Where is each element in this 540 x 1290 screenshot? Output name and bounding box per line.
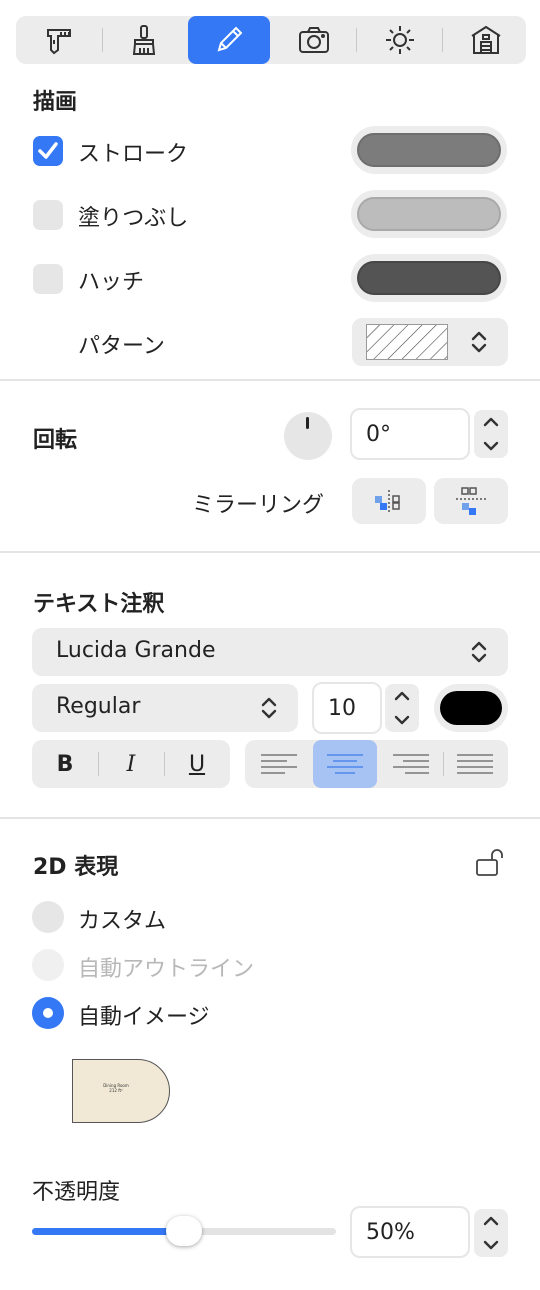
align-center-icon bbox=[327, 754, 363, 774]
hatch-label: ハッチ bbox=[78, 270, 145, 295]
align-left-button[interactable] bbox=[245, 740, 311, 788]
inspector-toolbar bbox=[16, 16, 526, 64]
chevron-up-icon[interactable] bbox=[483, 416, 499, 428]
radio-auto-image[interactable] bbox=[32, 997, 64, 1029]
drawing-section-title: 描画 bbox=[33, 90, 78, 115]
align-justify-button[interactable] bbox=[443, 740, 508, 788]
radio-auto-outline-label: 自動アウトライン bbox=[78, 957, 255, 982]
mirror-vertical-icon bbox=[456, 487, 486, 515]
radio-custom[interactable] bbox=[32, 901, 64, 933]
chevron-down-icon[interactable] bbox=[483, 440, 499, 452]
pencil-icon bbox=[217, 26, 243, 52]
preview-room-area: 212 ft² bbox=[109, 1088, 123, 1093]
updown-chevron-icon bbox=[471, 641, 487, 663]
divider bbox=[0, 551, 540, 553]
align-left-icon bbox=[261, 754, 297, 774]
opacity-stepper[interactable] bbox=[474, 1209, 508, 1257]
hatch-color-well[interactable] bbox=[351, 254, 507, 302]
text-alignment-segment bbox=[245, 740, 508, 788]
chevron-down-icon[interactable] bbox=[394, 714, 410, 726]
align-right-button[interactable] bbox=[377, 740, 443, 788]
hatch-checkbox[interactable] bbox=[33, 264, 63, 294]
mirroring-label: ミラーリング bbox=[192, 493, 325, 518]
fill-color-swatch bbox=[357, 197, 501, 231]
text-style-segment: B I U bbox=[32, 740, 230, 788]
tab-materials[interactable] bbox=[116, 16, 172, 64]
stroke-color-well[interactable] bbox=[351, 126, 507, 174]
pattern-popup[interactable] bbox=[352, 318, 508, 366]
text-color-well[interactable] bbox=[434, 684, 508, 732]
representation-preview-image: Dining Room 212 ft² bbox=[72, 1059, 170, 1123]
align-justify-icon bbox=[457, 754, 493, 774]
radio-auto-outline bbox=[32, 949, 64, 981]
font-family-popup[interactable]: Lucida Grande bbox=[32, 628, 508, 676]
divider bbox=[0, 379, 540, 381]
bold-button[interactable]: B bbox=[32, 740, 98, 788]
sun-icon bbox=[386, 26, 414, 54]
align-center-button[interactable] bbox=[313, 740, 377, 788]
fill-checkbox[interactable] bbox=[33, 200, 63, 230]
chevron-up-icon[interactable] bbox=[483, 1215, 499, 1227]
opacity-field[interactable]: 50% bbox=[350, 1206, 470, 1258]
caliper-icon bbox=[47, 29, 71, 55]
tab-dimensions[interactable] bbox=[36, 16, 84, 64]
tab-building[interactable] bbox=[458, 16, 514, 64]
font-family-value: Lucida Grande bbox=[56, 638, 216, 663]
tab-lighting[interactable] bbox=[372, 16, 428, 64]
rotation-dial[interactable] bbox=[284, 412, 332, 460]
rotation-angle-field[interactable]: 0° bbox=[350, 408, 470, 460]
stroke-label: ストローク bbox=[78, 142, 189, 167]
font-style-popup[interactable]: Regular bbox=[32, 684, 298, 732]
font-size-stepper[interactable] bbox=[385, 684, 419, 732]
updown-chevron-icon bbox=[471, 331, 487, 353]
hatch-color-swatch bbox=[357, 261, 501, 295]
house-icon bbox=[471, 25, 501, 54]
fill-color-well[interactable] bbox=[351, 190, 507, 238]
updown-chevron-icon bbox=[261, 697, 277, 719]
underline-button[interactable]: U bbox=[164, 740, 230, 788]
chevron-down-icon[interactable] bbox=[483, 1239, 499, 1251]
divider bbox=[0, 817, 540, 819]
mirror-vertical-button[interactable] bbox=[434, 478, 508, 524]
camera-icon bbox=[299, 27, 329, 53]
font-style-value: Regular bbox=[56, 694, 141, 719]
opacity-label: 不透明度 bbox=[32, 1180, 121, 1205]
stroke-color-swatch bbox=[357, 133, 501, 167]
mirror-horizontal-icon bbox=[375, 490, 400, 513]
italic-button[interactable]: I bbox=[98, 740, 164, 788]
text-color-swatch bbox=[440, 691, 502, 725]
stroke-checkbox[interactable] bbox=[33, 136, 63, 166]
tab-drawing[interactable] bbox=[188, 16, 270, 64]
checkmark-icon bbox=[38, 142, 58, 159]
fill-label: 塗りつぶし bbox=[78, 206, 189, 231]
opacity-slider-fill bbox=[32, 1228, 184, 1235]
mirror-horizontal-button[interactable] bbox=[352, 478, 426, 524]
hatch-pattern-preview bbox=[366, 324, 448, 360]
chevron-up-icon[interactable] bbox=[394, 690, 410, 702]
unlock-icon[interactable] bbox=[474, 846, 510, 878]
rotation-section-title: 回転 bbox=[33, 428, 78, 453]
radio-custom-label: カスタム bbox=[78, 909, 167, 934]
pattern-label: パターン bbox=[78, 334, 165, 359]
tab-camera[interactable] bbox=[286, 16, 342, 64]
font-size-field[interactable]: 10 bbox=[312, 682, 382, 734]
radio-auto-image-label: 自動イメージ bbox=[78, 1005, 210, 1030]
text-annotation-section-title: テキスト注釈 bbox=[33, 592, 165, 617]
opacity-slider-knob[interactable] bbox=[166, 1216, 202, 1246]
brush-icon bbox=[132, 25, 156, 55]
dial-indicator bbox=[306, 417, 309, 429]
rotation-stepper[interactable] bbox=[474, 410, 508, 458]
representation-2d-section-title: 2D 表現 bbox=[33, 855, 119, 880]
align-right-icon bbox=[393, 754, 429, 774]
